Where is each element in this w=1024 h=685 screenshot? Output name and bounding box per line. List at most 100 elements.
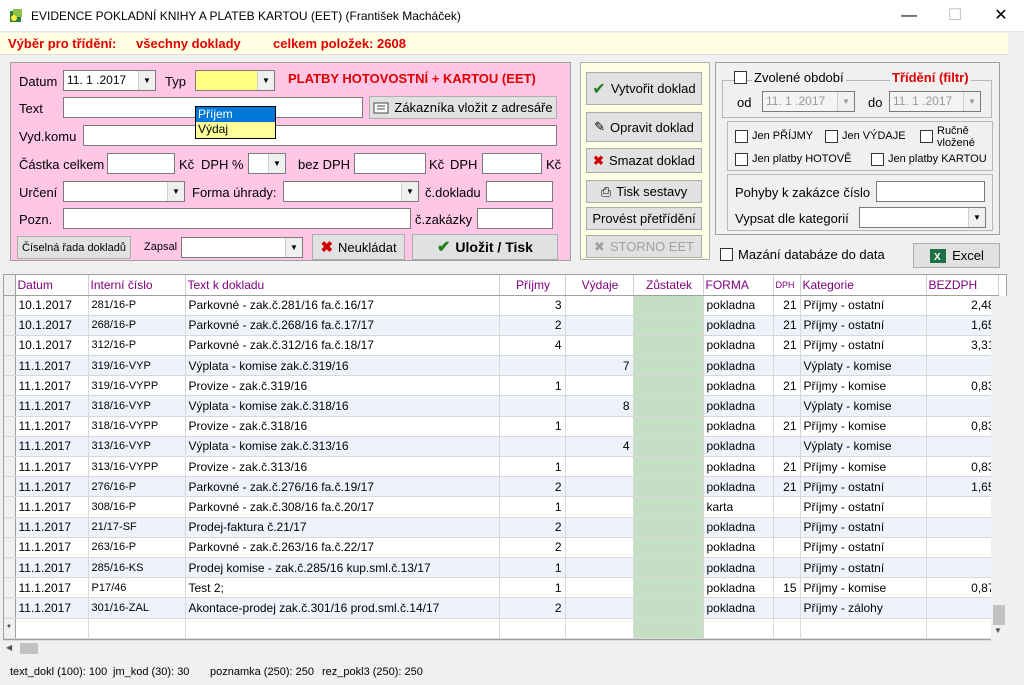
- cell-bezdph[interactable]: 0,83: [926, 375, 999, 397]
- cell-text[interactable]: Provize - zak.č.319/16: [185, 375, 500, 397]
- cell-prijmy[interactable]: 1: [499, 456, 566, 478]
- cell-dph[interactable]: [773, 557, 801, 579]
- cell-zustatek[interactable]: [633, 496, 704, 518]
- cell-interni-cislo[interactable]: 312/16-P: [88, 335, 186, 357]
- zakaznik-button[interactable]: Zákazníka vložit z adresáře: [369, 96, 557, 119]
- tisk-sestavy-button[interactable]: ⎙ Tisk sestavy: [586, 180, 702, 203]
- cell-dph[interactable]: 21: [773, 335, 801, 357]
- cell-zustatek[interactable]: [633, 315, 704, 336]
- cell-prijmy[interactable]: [499, 436, 566, 458]
- cell-prijmy[interactable]: 2: [499, 517, 566, 538]
- cell-text[interactable]: Test 2;: [185, 577, 500, 599]
- cell-zustatek[interactable]: [633, 295, 704, 316]
- ulozit-tisk-button[interactable]: ✔ Uložit / Tisk: [412, 234, 558, 260]
- row-indicator[interactable]: [4, 375, 16, 397]
- cell-vydaje[interactable]: [565, 375, 634, 397]
- cell-empty[interactable]: [185, 618, 500, 639]
- cell-kategorie[interactable]: Výplaty - komise: [800, 436, 927, 458]
- col-header-forma[interactable]: FORMA: [703, 275, 774, 296]
- cell-vydaje[interactable]: [565, 496, 634, 518]
- cell-kategorie[interactable]: Příjmy - komise: [800, 577, 927, 599]
- cell-empty[interactable]: [499, 618, 566, 639]
- cell-dph[interactable]: [773, 355, 801, 377]
- cdokladu-input[interactable]: [486, 181, 553, 202]
- cell-kategorie[interactable]: Příjmy - ostatní: [800, 496, 927, 518]
- cell-bezdph[interactable]: [926, 597, 999, 619]
- vertical-scrollbar[interactable]: ▼: [991, 296, 1007, 640]
- cell-zustatek[interactable]: [633, 416, 704, 437]
- typ-select[interactable]: ▼: [195, 70, 275, 91]
- cell-interni-cislo[interactable]: 319/16-VYPP: [88, 375, 186, 397]
- cell-datum[interactable]: 11.1.2017: [15, 395, 89, 417]
- cell-forma[interactable]: pokladna: [703, 355, 774, 377]
- chevron-down-icon[interactable]: ▼: [994, 626, 1002, 635]
- cell-forma[interactable]: pokladna: [703, 557, 774, 579]
- cell-kategorie[interactable]: Příjmy - ostatní: [800, 295, 927, 316]
- cell-forma[interactable]: pokladna: [703, 597, 774, 619]
- row-indicator[interactable]: [4, 456, 16, 478]
- cell-forma[interactable]: pokladna: [703, 456, 774, 478]
- cell-prijmy[interactable]: 1: [499, 416, 566, 437]
- cell-dph[interactable]: 21: [773, 456, 801, 478]
- cell-interni-cislo[interactable]: 301/16-ZAL: [88, 597, 186, 619]
- chevron-down-icon[interactable]: ▼: [968, 208, 985, 227]
- cell-zustatek[interactable]: [633, 456, 704, 478]
- table-row[interactable]: 11.1.2017 285/16-KS Prodej komise - zak.č.…: [4, 557, 999, 579]
- cell-kategorie[interactable]: Výplaty - komise: [800, 395, 927, 417]
- cell-datum[interactable]: 11.1.2017: [15, 416, 89, 437]
- cell-zustatek[interactable]: [633, 375, 704, 397]
- cell-datum[interactable]: 11.1.2017: [15, 517, 89, 538]
- cell-kategorie[interactable]: Příjmy - zálohy: [800, 597, 927, 619]
- new-row-indicator[interactable]: *: [4, 618, 16, 639]
- row-indicator[interactable]: [4, 395, 16, 417]
- cell-forma[interactable]: pokladna: [703, 315, 774, 336]
- cell-empty[interactable]: [800, 618, 927, 639]
- cell-dph[interactable]: 21: [773, 476, 801, 498]
- cell-dph[interactable]: 21: [773, 416, 801, 437]
- row-indicator[interactable]: [4, 335, 16, 357]
- row-indicator[interactable]: [4, 496, 16, 518]
- cell-interni-cislo[interactable]: 313/16-VYPP: [88, 456, 186, 478]
- cell-forma[interactable]: pokladna: [703, 517, 774, 538]
- cell-forma[interactable]: pokladna: [703, 537, 774, 558]
- cell-empty[interactable]: [565, 618, 634, 639]
- cell-bezdph[interactable]: [926, 395, 999, 417]
- cell-interni-cislo[interactable]: 308/16-P: [88, 496, 186, 518]
- cell-bezdph[interactable]: [926, 496, 999, 518]
- cell-interni-cislo[interactable]: 318/16-VYPP: [88, 416, 186, 437]
- cell-text[interactable]: Výplata - komise zak.č.319/16: [185, 355, 500, 377]
- cell-prijmy[interactable]: 3: [499, 295, 566, 316]
- cell-kategorie[interactable]: Příjmy - ostatní: [800, 517, 927, 538]
- row-indicator[interactable]: [4, 597, 16, 619]
- jen-hotove-checkbox[interactable]: [735, 153, 748, 166]
- kategorie-select[interactable]: ▼: [859, 207, 986, 228]
- dph-pct-select[interactable]: ▼: [248, 153, 286, 174]
- row-indicator[interactable]: [4, 315, 16, 336]
- cell-prijmy[interactable]: [499, 395, 566, 417]
- table-row[interactable]: 11.1.2017 21/17-SF Prodej-faktura č.21/17 2…: [4, 517, 999, 538]
- cell-bezdph[interactable]: 1,65: [926, 315, 999, 336]
- od-date[interactable]: 11. 1 .2017 ▼: [762, 91, 855, 112]
- jen-vydaje-checkbox[interactable]: [825, 130, 838, 143]
- cell-bezdph[interactable]: [926, 557, 999, 579]
- cell-bezdph[interactable]: [926, 517, 999, 538]
- cell-prijmy[interactable]: [499, 355, 566, 377]
- cell-datum[interactable]: 11.1.2017: [15, 456, 89, 478]
- cell-bezdph[interactable]: 2,48: [926, 295, 999, 316]
- cell-zustatek[interactable]: [633, 335, 704, 357]
- cell-datum[interactable]: 11.1.2017: [15, 496, 89, 518]
- chevron-down-icon[interactable]: ▼: [285, 238, 302, 257]
- cell-vydaje[interactable]: [565, 456, 634, 478]
- smazat-doklad-button[interactable]: ✖ Smazat doklad: [586, 148, 702, 173]
- cell-bezdph[interactable]: 1,65: [926, 476, 999, 498]
- row-indicator[interactable]: [4, 577, 16, 599]
- cell-dph[interactable]: 21: [773, 315, 801, 336]
- cell-text[interactable]: Parkovné - zak.č.281/16 fa.č.16/17: [185, 295, 500, 316]
- scroll-thumb[interactable]: [993, 605, 1005, 625]
- cell-interni-cislo[interactable]: 319/16-VYP: [88, 355, 186, 377]
- cell-interni-cislo[interactable]: 281/16-P: [88, 295, 186, 316]
- horizontal-scrollbar[interactable]: ◀: [3, 640, 991, 656]
- table-row[interactable]: 10.1.2017 268/16-P Parkovné - zak.č.268/16…: [4, 315, 999, 336]
- cell-bezdph[interactable]: 0,83: [926, 416, 999, 437]
- col-header-bezdph[interactable]: BEZDPH: [926, 275, 999, 296]
